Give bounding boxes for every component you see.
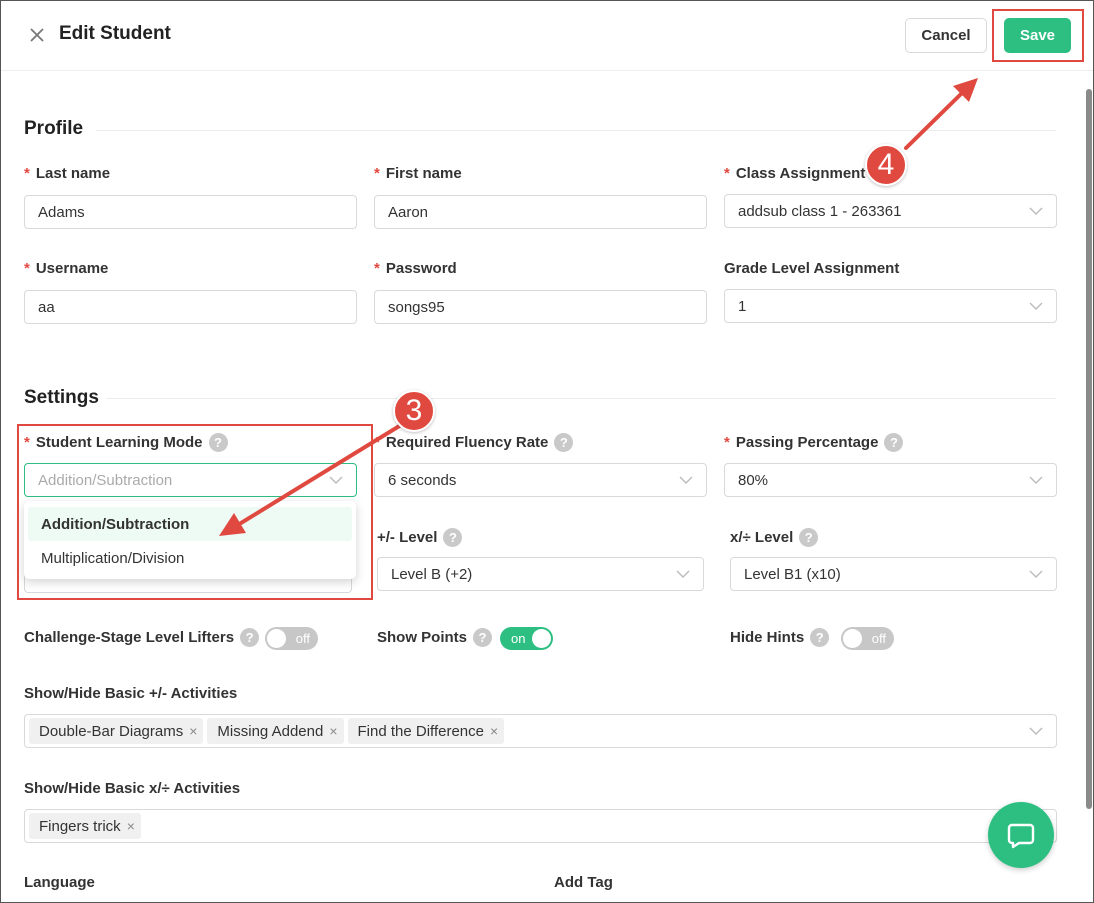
toggle-knob: [532, 629, 551, 648]
basic-muldiv-multiselect[interactable]: Fingers trick ×: [24, 809, 1057, 843]
add-tag-label: Add Tag: [554, 874, 613, 891]
help-icon[interactable]: ?: [810, 628, 830, 647]
hide-hints-toggle[interactable]: off: [841, 627, 894, 650]
chat-support-button[interactable]: [988, 802, 1054, 868]
passing-percentage-label: * Passing Percentage?: [724, 433, 904, 452]
grade-level-select[interactable]: 1: [724, 289, 1057, 323]
toggle-knob: [267, 629, 286, 648]
scrollbar[interactable]: [1084, 83, 1094, 903]
help-icon[interactable]: ?: [799, 528, 819, 547]
required-marker: *: [724, 434, 730, 451]
required-marker: *: [724, 165, 730, 182]
section-divider: [96, 130, 1056, 131]
help-icon[interactable]: ?: [443, 528, 463, 547]
activity-tag: Find the Difference ×: [347, 718, 505, 744]
first-name-label: * First name: [374, 165, 462, 182]
basic-muldiv-label: Show/Hide Basic x/÷ Activities: [24, 780, 241, 797]
grade-level-label: Grade Level Assignment: [724, 260, 900, 277]
class-assignment-label: * Class Assignment: [724, 165, 866, 182]
hide-hints-label: Hide Hints?: [730, 628, 830, 647]
learning-mode-dropdown: Addition/Subtraction Multiplication/Divi…: [24, 501, 356, 579]
fluency-rate-label: * Required Fluency Rate?: [374, 433, 574, 452]
chat-bubble-icon: [1007, 823, 1035, 849]
chevron-down-icon: [679, 476, 693, 484]
chevron-down-icon: [1029, 727, 1043, 735]
show-points-toggle[interactable]: on: [500, 627, 553, 650]
first-name-field[interactable]: Aaron: [374, 195, 707, 229]
scrollbar-thumb[interactable]: [1086, 89, 1092, 809]
challenge-lifters-toggle[interactable]: off: [265, 627, 318, 650]
username-label: * Username: [24, 260, 109, 277]
remove-tag-icon[interactable]: ×: [329, 723, 337, 739]
learning-mode-label: * Student Learning Mode?: [24, 433, 228, 452]
username-field[interactable]: aa: [24, 290, 357, 324]
help-icon[interactable]: ?: [240, 628, 260, 647]
passing-percentage-select[interactable]: 80%: [724, 463, 1057, 497]
remove-tag-icon[interactable]: ×: [189, 723, 197, 739]
basic-addsub-multiselect[interactable]: Double-Bar Diagrams × Missing Addend × Fin…: [24, 714, 1057, 748]
step-3-badge: 3: [393, 390, 435, 432]
section-divider: [106, 398, 1056, 399]
addsub-level-select[interactable]: Level B (+2): [377, 557, 704, 591]
option-multiplication-division[interactable]: Multiplication/Division: [28, 541, 352, 575]
activity-tag: Double-Bar Diagrams ×: [29, 718, 204, 744]
chevron-down-icon: [329, 476, 343, 484]
muldiv-level-select[interactable]: Level B1 (x10): [730, 557, 1057, 591]
chevron-down-icon: [1029, 207, 1043, 215]
activity-tag: Fingers trick ×: [29, 813, 141, 839]
chevron-down-icon: [1029, 302, 1043, 310]
required-marker: *: [24, 165, 30, 182]
remove-tag-icon[interactable]: ×: [490, 723, 498, 739]
modal-header: Edit Student Cancel Save: [1, 1, 1093, 71]
fluency-rate-select[interactable]: 6 seconds: [374, 463, 707, 497]
challenge-lifters-label: Challenge-Stage Level Lifters?: [24, 628, 260, 647]
cancel-button[interactable]: Cancel: [905, 18, 987, 53]
help-icon[interactable]: ?: [884, 433, 904, 452]
class-assignment-select[interactable]: addsub class 1 - 263361: [724, 194, 1057, 228]
save-button[interactable]: Save: [1004, 18, 1071, 53]
settings-section-title: Settings: [24, 387, 99, 408]
chevron-down-icon: [676, 570, 690, 578]
remove-tag-icon[interactable]: ×: [127, 818, 135, 834]
required-marker: *: [24, 434, 30, 451]
required-marker: *: [374, 260, 380, 277]
chevron-down-icon: [1029, 570, 1043, 578]
basic-addsub-label: Show/Hide Basic +/- Activities: [24, 685, 238, 702]
page-title: Edit Student: [59, 23, 171, 44]
option-addition-subtraction[interactable]: Addition/Subtraction: [28, 507, 352, 541]
help-icon[interactable]: ?: [473, 628, 492, 647]
language-label: Language: [24, 874, 95, 891]
last-name-field[interactable]: Adams: [24, 195, 357, 229]
step-4-badge: 4: [865, 144, 907, 186]
help-icon[interactable]: ?: [554, 433, 574, 452]
show-points-label: Show Points?: [377, 628, 492, 647]
close-icon[interactable]: [28, 26, 46, 44]
required-marker: *: [24, 260, 30, 277]
help-icon[interactable]: ?: [208, 433, 228, 452]
required-marker: *: [374, 165, 380, 182]
activity-tag: Missing Addend ×: [207, 718, 344, 744]
toggle-knob: [843, 629, 862, 648]
password-label: * Password: [374, 260, 457, 277]
learning-mode-select[interactable]: Addition/Subtraction: [24, 463, 357, 497]
last-name-label: * Last name: [24, 165, 111, 182]
profile-section-title: Profile: [24, 118, 84, 139]
required-marker: *: [374, 434, 380, 451]
password-field[interactable]: songs95: [374, 290, 707, 324]
muldiv-level-label: x/÷ Level?: [730, 528, 819, 547]
addsub-level-label: +/- Level?: [377, 528, 463, 547]
chevron-down-icon: [1029, 476, 1043, 484]
annotation-arrows: [219, 78, 978, 536]
